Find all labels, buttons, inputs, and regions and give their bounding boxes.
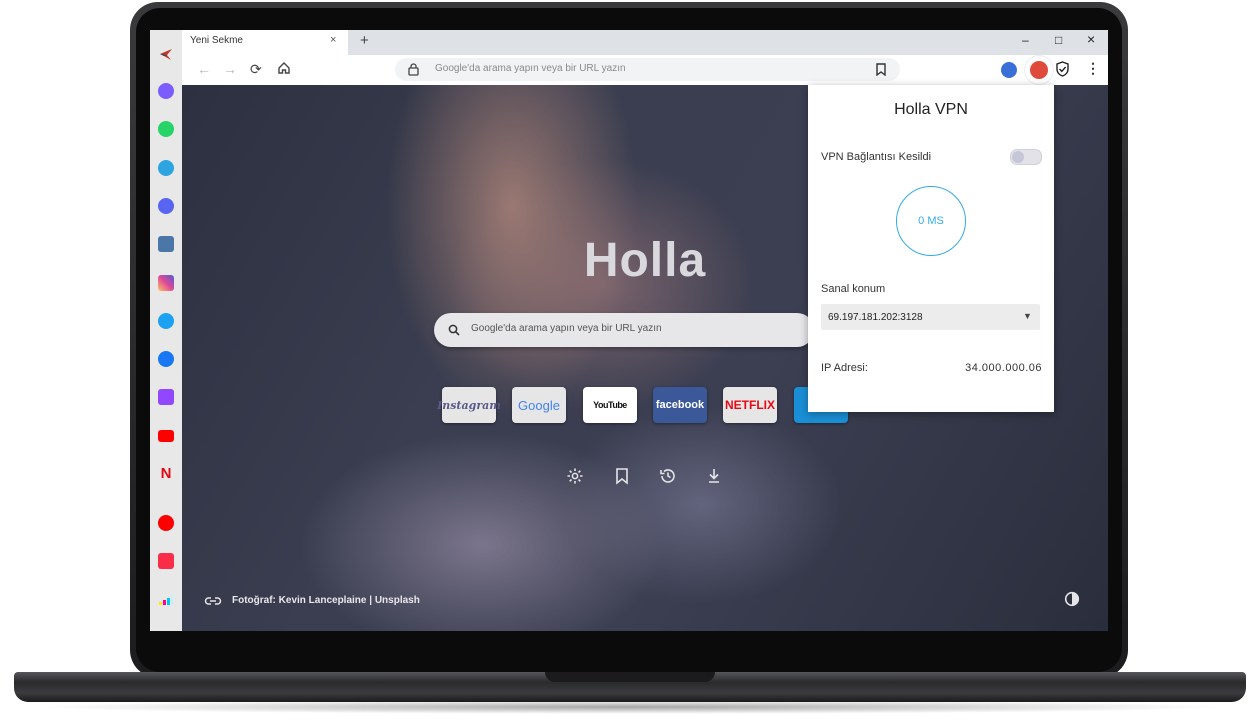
new-tab-button[interactable]: + xyxy=(360,32,369,49)
close-window-button[interactable]: × xyxy=(1087,31,1095,47)
shortcut-tile-youtube[interactable]: YouTube xyxy=(583,387,637,423)
home-icon xyxy=(278,62,290,74)
ip-address-label: IP Adresi: xyxy=(821,362,868,374)
netflix-icon[interactable]: N xyxy=(158,466,174,482)
discord-icon[interactable] xyxy=(158,198,174,214)
back-button[interactable]: ← xyxy=(197,61,211,77)
ntp-search-box[interactable]: Google'da arama yapın veya bir URL yazın xyxy=(434,313,814,347)
vpn-toggle[interactable] xyxy=(1010,149,1042,165)
vpn-connection-status: VPN Bağlantısı Kesildi xyxy=(821,151,932,163)
tab-strip: Yeni Sekme × + – □ × xyxy=(182,30,1108,55)
virtual-location-select[interactable]: 69.197.181.202:3128 ▼ xyxy=(821,304,1040,330)
theme-contrast-icon[interactable] xyxy=(1064,591,1080,612)
whatsapp-icon[interactable] xyxy=(158,121,174,137)
omnibox-placeholder: Google'da arama yapın veya bir URL yazın xyxy=(435,63,626,74)
vpn-popup-title: Holla VPN xyxy=(894,101,968,118)
ntp-search-placeholder: Google'da arama yapın veya bir URL yazın xyxy=(471,323,662,334)
shield-check-icon[interactable] xyxy=(1055,61,1070,82)
home-button[interactable] xyxy=(277,61,291,80)
vpn-toggle-knob xyxy=(1012,151,1024,163)
shortcut-tile-instagram[interactable]: Instagram xyxy=(437,387,501,423)
forward-button[interactable]: → xyxy=(223,61,237,77)
ip-address-value: 34.000.000.06 xyxy=(965,362,1042,374)
virtual-location-label: Sanal konum xyxy=(821,283,886,295)
laptop-notch xyxy=(545,672,715,682)
youtube-music-icon[interactable] xyxy=(158,515,174,531)
lock-icon xyxy=(408,63,419,81)
vpn-ping-indicator: 0 MS xyxy=(896,186,966,256)
toolbar: ← → ⟳ Google'da arama yapın veya bir URL… xyxy=(182,55,1108,86)
holla-vpn-popup: Holla VPN VPN Bağlantısı Kesildi 0 MS Sa… xyxy=(808,85,1054,412)
ntp-logo: Holla xyxy=(583,234,707,287)
vpn-key-icon xyxy=(1030,61,1048,79)
link-icon xyxy=(204,594,222,612)
photo-credit[interactable]: Fotoğraf: Kevin Lanceplaine | Unsplash xyxy=(232,595,420,606)
instagram-icon[interactable] xyxy=(158,275,174,291)
extension-a-icon[interactable] xyxy=(1001,62,1017,78)
minimize-button[interactable]: – xyxy=(1022,33,1029,47)
omnibox[interactable]: Google'da arama yapın veya bir URL yazın xyxy=(395,58,900,81)
reload-button[interactable]: ⟳ xyxy=(250,61,262,78)
deezer-icon[interactable] xyxy=(158,591,174,607)
shortcut-tile-facebook[interactable]: facebook xyxy=(653,387,707,423)
more-menu-icon[interactable]: ⋮ xyxy=(1086,60,1100,77)
sidebar: N xyxy=(150,30,183,631)
laptop-shadow xyxy=(30,700,1230,714)
settings-gear-icon[interactable] xyxy=(566,467,586,487)
facebook-icon[interactable] xyxy=(158,351,174,367)
twitter-icon[interactable] xyxy=(158,313,174,329)
shortcut-tile-netflix[interactable]: NETFLIX xyxy=(723,387,777,423)
bookmarks-icon[interactable] xyxy=(614,467,634,487)
bookmark-star-icon[interactable] xyxy=(876,63,886,81)
shortcut-tile-google[interactable]: Google xyxy=(512,387,566,423)
holla-vpn-extension-button[interactable] xyxy=(1025,56,1053,84)
telegram-icon[interactable] xyxy=(158,160,174,176)
history-icon[interactable] xyxy=(659,467,679,487)
virtual-location-value: 69.197.181.202:3128 xyxy=(828,312,923,323)
downloads-icon[interactable] xyxy=(706,467,726,487)
youtube-icon[interactable] xyxy=(158,430,174,442)
apple-music-icon[interactable] xyxy=(158,553,174,569)
tab-title: Yeni Sekme xyxy=(190,35,243,46)
maximize-button[interactable]: □ xyxy=(1055,33,1062,47)
caret-down-icon: ▼ xyxy=(1023,311,1032,321)
tab-close-button[interactable]: × xyxy=(330,34,336,46)
messenger-icon[interactable] xyxy=(158,83,174,99)
browser-screen: N Yeni Sekme × + – □ × ← → ⟳ Google'da a… xyxy=(150,30,1108,631)
tab-new-tab[interactable]: Yeni Sekme × xyxy=(182,30,348,55)
search-icon xyxy=(448,323,460,341)
holla-logo-icon[interactable] xyxy=(158,46,174,62)
vk-icon[interactable] xyxy=(158,236,174,252)
twitch-icon[interactable] xyxy=(158,389,174,405)
